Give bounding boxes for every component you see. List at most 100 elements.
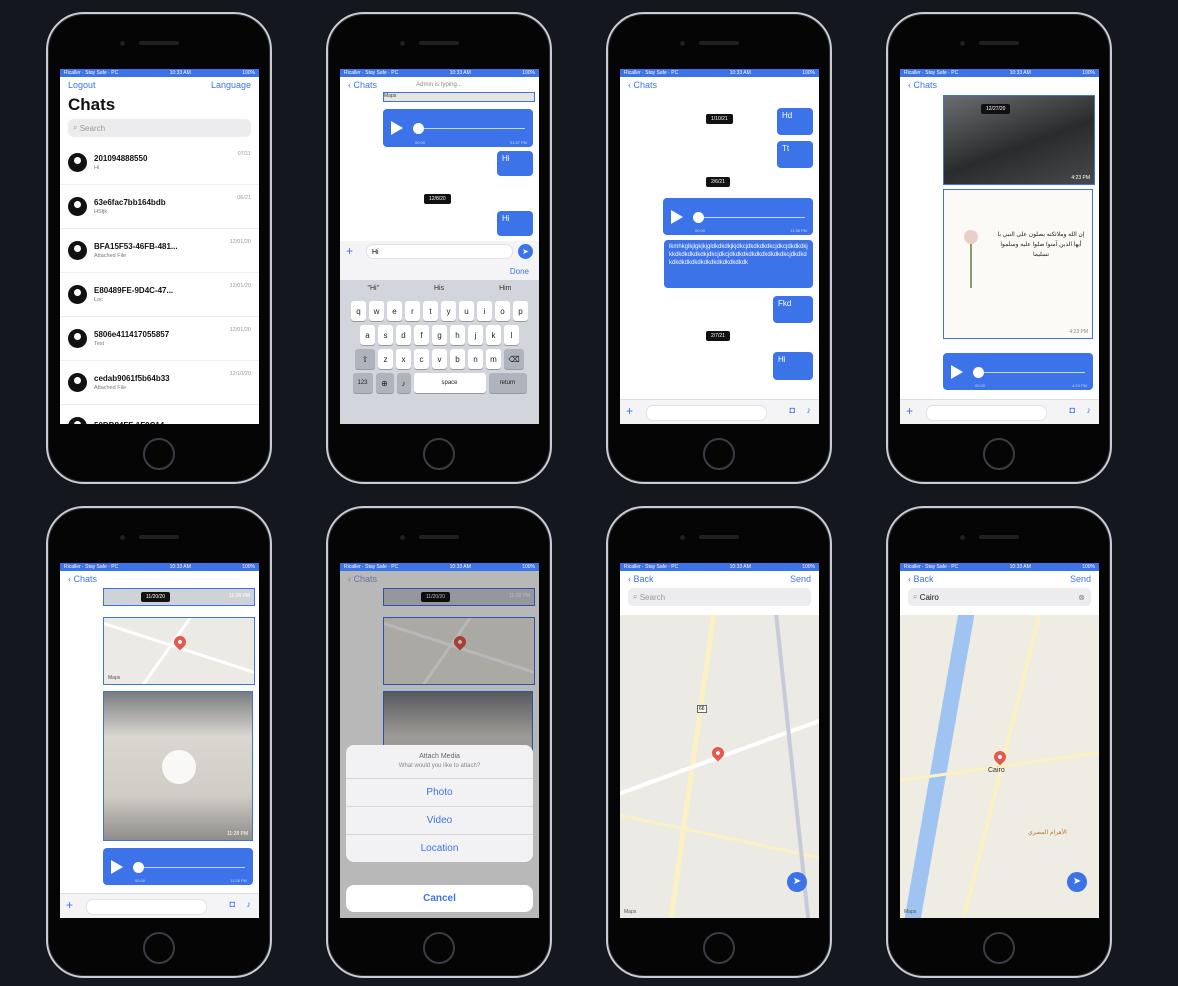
chat-row[interactable]: 63e6fac7bb164bdb HSfjk 06/21 [60, 185, 259, 229]
plus-icon[interactable]: + [906, 404, 913, 418]
audio-message[interactable]: 00:00 4:23 PM [943, 353, 1093, 390]
back-button[interactable]: ‹ Chats [68, 574, 97, 584]
cancel-button[interactable]: Cancel [346, 885, 533, 912]
back-button[interactable]: ‹ Chats [628, 80, 657, 90]
chat-row[interactable]: BFA15F53-46FB-481... Attached File 12/01/2… [60, 229, 259, 273]
photo-message[interactable]: 12/27/20 4:23 PM [943, 95, 1095, 185]
map-search-input[interactable]: ⌕ Search [628, 588, 811, 606]
message-input[interactable] [86, 899, 207, 915]
camera-icon[interactable]: ◘ [790, 405, 795, 415]
attach-photo-option[interactable]: Photo [346, 778, 533, 806]
current-location-icon[interactable]: ➤ [1067, 872, 1087, 892]
keyboard-key[interactable]: m [486, 349, 501, 369]
image-message[interactable]: إن الله وملائكته يصلون على النبي يا أيها… [943, 189, 1093, 339]
map-view[interactable]: 66 ➤ Maps [620, 615, 819, 918]
keyboard-key[interactable]: d [396, 325, 411, 345]
microphone-icon[interactable]: ♪ [396, 373, 411, 393]
numbers-key[interactable]: 123 [352, 373, 373, 393]
suggestion-item[interactable]: "Hi" [367, 285, 379, 292]
keyboard-key[interactable]: g [432, 325, 447, 345]
microphone-icon[interactable]: ♪ [1087, 405, 1092, 415]
keyboard-key[interactable]: s [378, 325, 393, 345]
space-key[interactable]: space [413, 373, 486, 393]
message-input[interactable] [926, 405, 1047, 421]
keyboard-key[interactable]: e [387, 301, 402, 321]
suggestion-item[interactable]: His [434, 285, 444, 292]
keyboard-key[interactable]: b [450, 349, 465, 369]
home-button[interactable] [983, 932, 1015, 964]
clear-icon[interactable]: ⊗ [1078, 593, 1085, 602]
map-view[interactable]: Cairo الأهرام المصري ➤ Maps [900, 615, 1099, 918]
keyboard-key[interactable]: o [495, 301, 510, 321]
message-input[interactable] [646, 405, 767, 421]
audio-message[interactable]: 00:00 01:37 PM [383, 109, 533, 147]
send-button[interactable]: Send [790, 574, 811, 584]
keyboard-key[interactable]: c [414, 349, 429, 369]
audio-scrubber[interactable] [973, 366, 984, 378]
plus-icon[interactable]: + [346, 244, 353, 258]
keyboard-key[interactable]: p [513, 301, 528, 321]
keyboard-key[interactable]: u [459, 301, 474, 321]
play-video-icon[interactable] [162, 750, 196, 784]
keyboard-key[interactable]: r [405, 301, 420, 321]
audio-scrubber[interactable] [133, 861, 144, 873]
back-button[interactable]: ‹ Chats [348, 80, 377, 90]
chat-row[interactable]: E80489FE-9D4C-47... Loc 12/01/20 [60, 273, 259, 317]
shift-key[interactable]: ⇧ [355, 349, 375, 369]
send-icon[interactable]: ➤ [518, 244, 533, 259]
microphone-icon[interactable]: ♪ [247, 899, 252, 909]
keyboard-key[interactable]: l [504, 325, 519, 345]
home-button[interactable] [143, 438, 175, 470]
back-button[interactable]: ‹ Chats [908, 80, 937, 90]
back-button[interactable]: ‹ Back [628, 574, 654, 584]
keyboard-key[interactable]: n [468, 349, 483, 369]
keyboard-key[interactable]: j [468, 325, 483, 345]
current-location-icon[interactable]: ➤ [787, 872, 807, 892]
done-button[interactable]: Done [510, 267, 529, 276]
keyboard-key[interactable]: i [477, 301, 492, 321]
chat-row[interactable]: 5806e411417055857 Test 12/01/20 [60, 317, 259, 361]
attach-video-option[interactable]: Video [346, 806, 533, 834]
home-button[interactable] [703, 932, 735, 964]
keyboard-key[interactable]: t [423, 301, 438, 321]
back-button[interactable]: ‹ Back [908, 574, 934, 584]
home-button[interactable] [423, 932, 455, 964]
language-button[interactable]: Language [211, 80, 251, 90]
plus-icon[interactable]: + [66, 898, 73, 912]
home-button[interactable] [983, 438, 1015, 470]
camera-icon[interactable]: ◘ [230, 899, 235, 909]
message-input[interactable]: Hi [366, 244, 513, 259]
keyboard-key[interactable]: x [396, 349, 411, 369]
chat-row[interactable]: 201094888550 Hi 07/11 [60, 141, 259, 185]
map-thumbnail[interactable]: Maps [383, 92, 535, 102]
audio-scrubber[interactable] [413, 123, 424, 134]
send-button[interactable]: Send [1070, 574, 1091, 584]
keyboard-key[interactable]: v [432, 349, 447, 369]
suggestion-item[interactable]: Him [499, 285, 511, 292]
home-button[interactable] [423, 438, 455, 470]
keyboard-key[interactable]: z [378, 349, 393, 369]
keyboard-key[interactable]: a [360, 325, 375, 345]
audio-message[interactable]: 00:00 11:38 PM [663, 198, 813, 235]
keyboard-key[interactable]: h [450, 325, 465, 345]
media-strip[interactable]: 11/20/20 11:28 PM [103, 588, 255, 606]
home-button[interactable] [703, 438, 735, 470]
camera-icon[interactable]: ◘ [1070, 405, 1075, 415]
search-input[interactable]: ⌕ Search [68, 119, 251, 137]
chat-row[interactable]: 50DB84FF-1F0C14... [60, 405, 259, 424]
location-message[interactable]: Maps [103, 617, 255, 685]
chat-row[interactable]: cedab9061f5b64b33 Attached File 12/10/20 [60, 361, 259, 405]
logout-button[interactable]: Logout [68, 80, 96, 90]
home-button[interactable] [143, 932, 175, 964]
keyboard-key[interactable]: f [414, 325, 429, 345]
audio-message[interactable]: 00:00 11:28 PM [103, 848, 253, 885]
video-message[interactable]: 11:28 PM [103, 691, 253, 841]
microphone-icon[interactable]: ♪ [807, 405, 812, 415]
attach-location-option[interactable]: Location [346, 834, 533, 862]
audio-scrubber[interactable] [693, 211, 704, 223]
backspace-key[interactable]: ⌫ [504, 349, 524, 369]
keyboard-key[interactable]: y [441, 301, 456, 321]
plus-icon[interactable]: + [626, 404, 633, 418]
keyboard-key[interactable]: w [369, 301, 384, 321]
return-key[interactable]: return [488, 373, 527, 393]
